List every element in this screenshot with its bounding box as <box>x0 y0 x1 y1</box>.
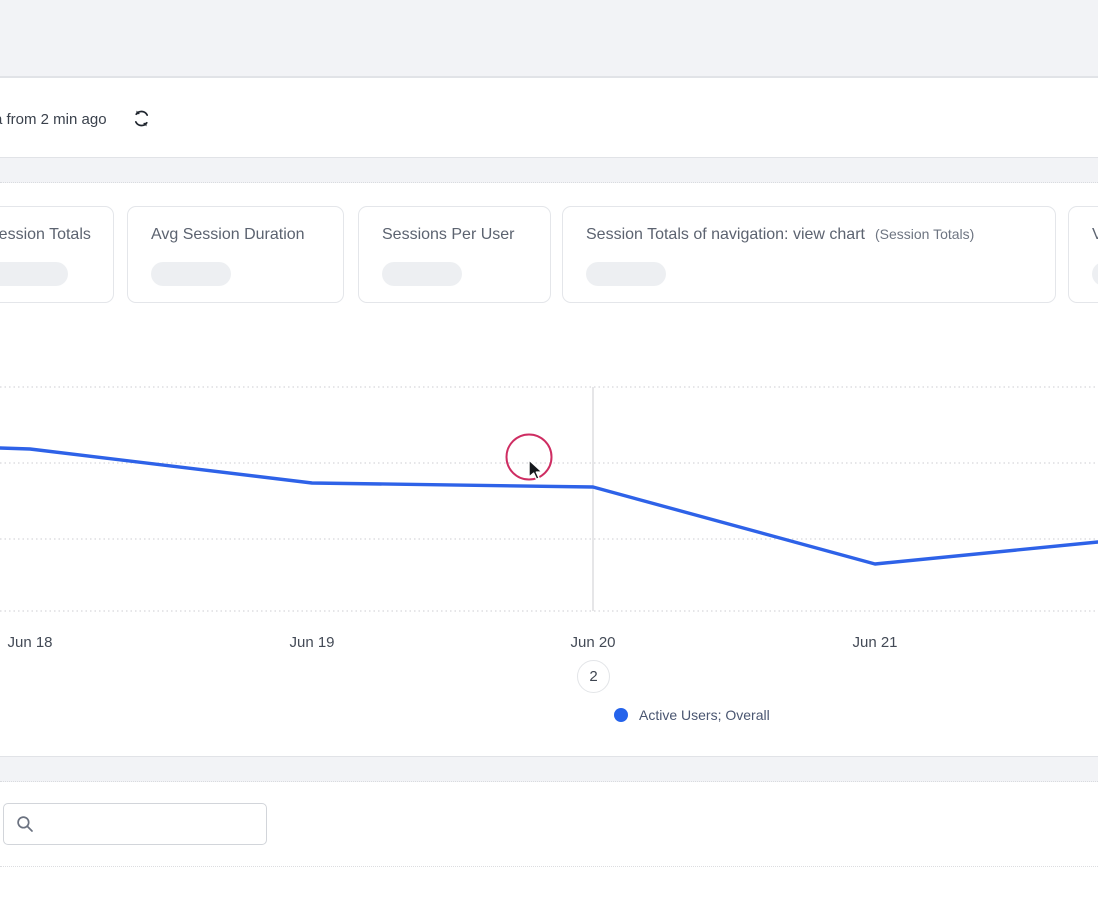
search-box[interactable] <box>3 803 267 845</box>
x-axis-tick-jun18: Jun 18 <box>7 634 52 651</box>
metric-card-session-totals[interactable]: Session Totals <box>0 206 114 303</box>
search-icon <box>16 815 34 833</box>
x-axis-tick-jun19: Jun 19 <box>289 634 334 651</box>
legend-label: Active Users; Overall <box>639 707 770 723</box>
bottom-divider <box>0 866 1098 867</box>
refresh-icon <box>132 109 151 131</box>
metric-card-sessions-per-user[interactable]: Sessions Per User <box>358 206 551 303</box>
metric-card-title: Session Totals <box>0 226 91 243</box>
top-toolbar-band <box>0 0 1098 78</box>
loading-skeleton <box>151 262 231 286</box>
metric-card-avg-session-duration[interactable]: Avg Session Duration <box>127 206 344 303</box>
collapsed-section-band-bottom <box>0 756 1098 782</box>
annotation-count: 2 <box>589 668 597 685</box>
metric-card-title: Avg Session Duration <box>151 226 305 243</box>
search-input[interactable] <box>42 804 266 844</box>
annotation-count-badge[interactable]: 2 <box>577 660 610 693</box>
x-axis-tick-jun21: Jun 21 <box>852 634 897 651</box>
metric-card-title: Sessions Per User <box>382 226 515 243</box>
metric-card-title: V <box>1092 226 1098 243</box>
refresh-button[interactable] <box>129 108 153 132</box>
loading-skeleton <box>0 262 68 286</box>
metric-card-subtitle: (Session Totals) <box>875 226 974 242</box>
loading-skeleton <box>586 262 666 286</box>
legend-item-active-users[interactable]: Active Users; Overall <box>614 707 770 723</box>
metric-card-clipped[interactable]: V <box>1068 206 1098 303</box>
metric-card-title: Session Totals of navigation: view chart <box>586 226 865 243</box>
x-axis-tick-jun20: Jun 20 <box>570 634 615 651</box>
collapsed-section-band-top <box>0 157 1098 183</box>
analytics-dashboard: a from 2 min ago Session Totals Avg Sess… <box>0 0 1098 914</box>
active-users-line-chart[interactable] <box>0 340 1098 620</box>
loading-skeleton <box>1092 262 1098 286</box>
metric-card-session-totals-navigation[interactable]: Session Totals of navigation: view chart… <box>562 206 1056 303</box>
loading-skeleton <box>382 262 462 286</box>
data-freshness-text: a from 2 min ago <box>0 111 107 128</box>
legend-color-dot <box>614 708 628 722</box>
